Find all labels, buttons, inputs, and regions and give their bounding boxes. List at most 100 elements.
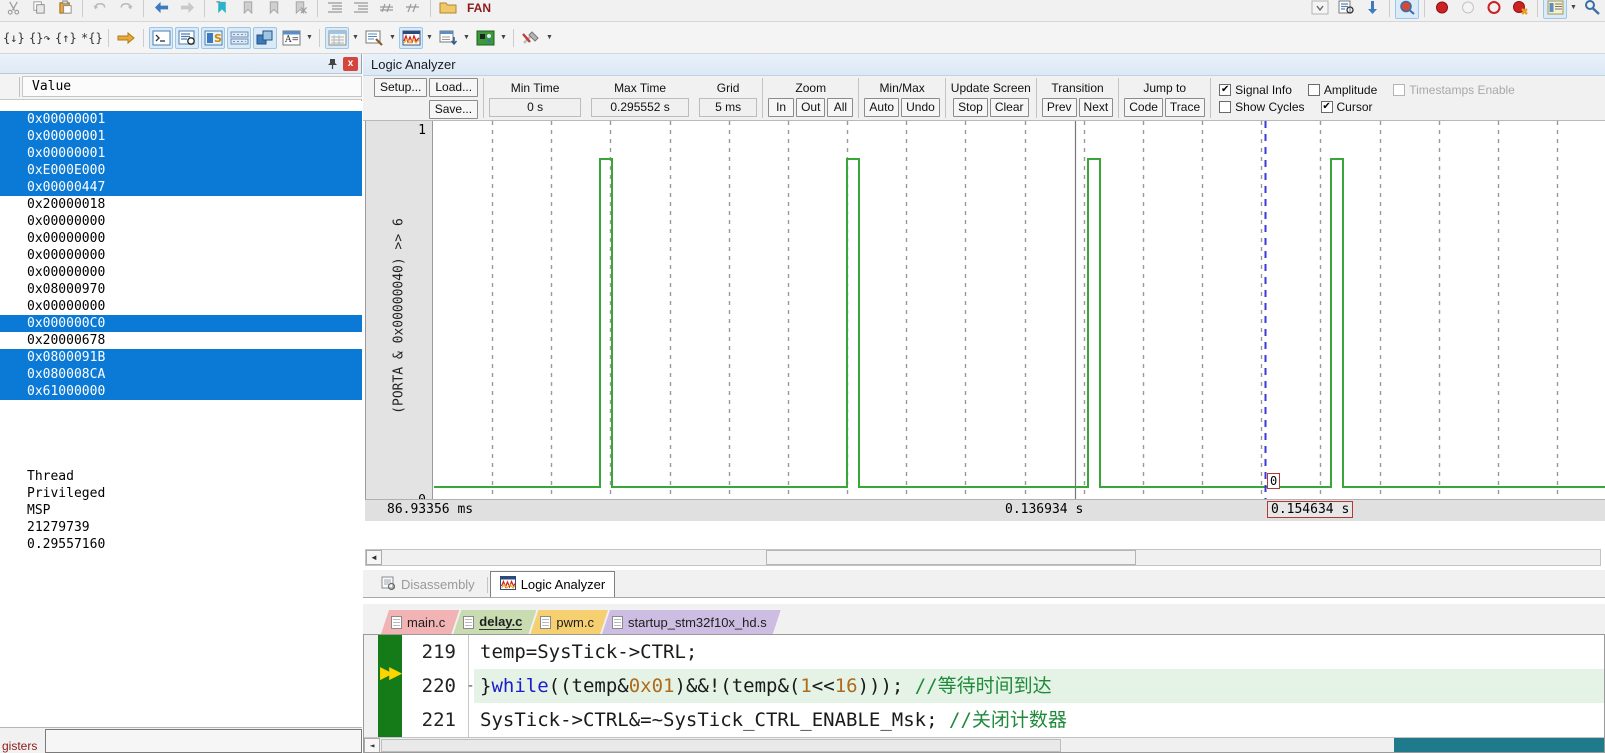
dropdown-chevron-icon[interactable]: ▼ <box>387 34 398 41</box>
zoom-in-button[interactable]: In <box>768 98 795 117</box>
register-row[interactable]: 0x00000447 <box>0 179 362 196</box>
transition-next-button[interactable]: Next <box>1078 98 1114 117</box>
bookmark-toggle-icon[interactable] <box>210 0 234 19</box>
indent-icon[interactable] <box>323 0 347 19</box>
register-row[interactable]: 0x080008CA <box>0 366 362 383</box>
zoom-all-button[interactable]: All <box>827 98 854 117</box>
code-line[interactable]: temp=SysTick->CTRL; <box>474 635 1604 669</box>
time-ruler[interactable]: 86.93356 ms 0.136934 s 0.154634 s <box>365 499 1605 521</box>
bookmark-clear-icon[interactable] <box>288 0 312 19</box>
code-line[interactable]: SysTick->CTRL&=~SysTick_CTRL_ENABLE_Msk;… <box>474 703 1604 737</box>
waveform-canvas[interactable]: 0 <box>434 121 1605 511</box>
editor-scroll-left-arrow-icon[interactable]: ◄ <box>364 737 380 752</box>
register-row[interactable]: 0x08000970 <box>0 281 362 298</box>
display-options-row1[interactable]: ✔ Signal Info Amplitude Timestamps Enabl… <box>1219 83 1527 97</box>
signal-axis-box[interactable]: 1 (PORTA & 0x00000040) >> 6 0 <box>365 121 433 511</box>
insert-icon[interactable] <box>1360 0 1384 19</box>
scroll-left-arrow-icon[interactable]: ◄ <box>366 550 382 565</box>
jump-trace-button[interactable]: Trace <box>1164 98 1206 117</box>
bookmark-next-icon[interactable] <box>236 0 260 19</box>
file-buttons-group[interactable]: Setup... Load... Save... <box>369 77 485 119</box>
register-row[interactable]: 0x20000018 <box>0 196 362 213</box>
register-row[interactable]: 0x20000678 <box>0 332 362 349</box>
jump-to-group[interactable]: Jump to Code Trace <box>1119 78 1212 118</box>
toolbox-icon[interactable] <box>519 27 543 49</box>
outdent-icon[interactable] <box>349 0 373 19</box>
debug-view-tab-bar[interactable]: Disassembly Logic Analyzer <box>363 570 1605 598</box>
memory-window-icon[interactable] <box>1543 0 1567 19</box>
close-icon[interactable]: x <box>343 56 358 71</box>
dropdown-chevron-icon[interactable]: ▼ <box>461 34 472 41</box>
register-row[interactable]: 0x61000000 <box>0 383 362 400</box>
update-clear-button[interactable]: Clear <box>989 98 1029 117</box>
register-row[interactable]: 0xE000E000 <box>0 162 362 179</box>
minmax-group[interactable]: Min/Max Auto Undo <box>859 78 946 118</box>
command-window-icon[interactable] <box>149 26 173 49</box>
column-header-value[interactable]: Value <box>22 76 362 97</box>
register-row[interactable]: 0x00000000 <box>0 264 362 281</box>
copy-icon[interactable] <box>27 0 51 19</box>
find-in-files-icon[interactable] <box>1334 0 1358 19</box>
dropdown-chevron-icon[interactable] <box>1308 0 1332 19</box>
load-button[interactable]: Load... <box>429 77 479 97</box>
code-line[interactable]: }while((temp&0x01)&&!(temp&(1<<16))); //… <box>474 669 1604 703</box>
comment-icon[interactable] <box>375 0 399 19</box>
dropdown-chevron-icon[interactable]: ▼ <box>1568 4 1579 11</box>
editor-horizontal-scrollbar[interactable]: ◄ <box>364 737 1604 752</box>
pin-icon[interactable] <box>325 57 339 71</box>
show-cycles-checkbox[interactable] <box>1219 100 1232 113</box>
cursor-time-label[interactable]: 0.154634 s <box>1267 501 1354 518</box>
memory-window-icon[interactable] <box>325 26 349 49</box>
scrollbar-thumb[interactable] <box>766 550 1136 565</box>
register-row[interactable]: 0x00000001 <box>0 111 362 128</box>
dropdown-chevron-icon[interactable]: ▼ <box>424 34 435 41</box>
source-code-editor[interactable]: ▶▶ 219220221222 temp=SysTick->CTRL; }whi… <box>363 634 1605 753</box>
run-to-cursor-icon[interactable]: *{} <box>79 27 103 49</box>
transition-group[interactable]: Transition Prev Next <box>1037 78 1120 118</box>
bookmark-gutter[interactable] <box>364 635 378 737</box>
register-row[interactable]: 0x000000C0 <box>0 315 362 332</box>
execution-gutter[interactable] <box>378 635 402 737</box>
register-row[interactable]: 0x00000001 <box>0 128 362 145</box>
breakpoint-kill-icon[interactable] <box>1508 0 1532 19</box>
main-toolbar-row1[interactable]: FAN ▼ <box>0 0 1605 22</box>
register-row[interactable]: 0x00000000 <box>0 230 362 247</box>
dropdown-chevron-icon[interactable]: ▼ <box>350 34 361 41</box>
grid-field[interactable]: 5 ms <box>699 98 758 117</box>
serial-window-icon[interactable] <box>362 27 386 49</box>
update-stop-button[interactable]: Stop <box>953 98 988 117</box>
paste-icon[interactable] <box>53 0 77 19</box>
call-stack-window-icon[interactable] <box>253 26 277 49</box>
uncomment-icon[interactable] <box>401 0 425 19</box>
jump-code-button[interactable]: Code <box>1124 98 1163 117</box>
redo-icon[interactable] <box>114 0 138 19</box>
breakpoint-icon[interactable] <box>1430 0 1454 19</box>
file-tab-pwm-c[interactable]: pwm.c <box>530 610 608 634</box>
tab-disassembly[interactable]: Disassembly <box>371 571 485 597</box>
register-row[interactable]: 0x00000000 <box>0 213 362 230</box>
open-folder-icon[interactable] <box>436 0 460 19</box>
display-options-group[interactable]: ✔ Signal Info Amplitude Timestamps Enabl… <box>1211 78 1527 118</box>
register-row[interactable]: 0x00000000 <box>0 298 362 315</box>
tab-logic-analyzer[interactable]: Logic Analyzer <box>489 571 616 597</box>
debug-toolbar-row2[interactable]: {↓} {}↷ {↑} *{} S A= ▼ ▼ ▼ ▼ ▼ ▼ ▼ <box>0 22 1605 54</box>
dropdown-chevron-icon[interactable]: ▼ <box>304 34 315 41</box>
editor-scrollbar-thumb[interactable] <box>381 738 1061 752</box>
logic-analyzer-icon[interactable] <box>399 26 423 49</box>
save-button[interactable]: Save... <box>428 99 479 119</box>
registers-panel[interactable]: x Value 0x00000001 0x00000001 0x00000001 0x… <box>0 54 362 753</box>
amplitude-checkbox[interactable] <box>1307 83 1320 96</box>
registers-window-icon[interactable] <box>227 26 251 49</box>
logic-analyzer-window[interactable]: Logic Analyzer Setup... Load... Save... … <box>363 54 1605 566</box>
zoom-group[interactable]: Zoom In Out All <box>763 78 860 118</box>
transition-prev-button[interactable]: Prev <box>1041 98 1077 117</box>
file-tab-startup-stm32f10x-hd-s[interactable]: startup_stm32f10x_hd.s <box>602 610 781 634</box>
goto-arrow-icon[interactable] <box>114 27 138 49</box>
cursor-checkbox[interactable]: ✔ <box>1320 100 1333 113</box>
wrench-icon[interactable] <box>1580 0 1604 19</box>
code-text-area[interactable]: temp=SysTick->CTRL; }while((temp&0x01)&&… <box>474 635 1604 752</box>
register-row[interactable]: 0x00000001 <box>0 145 362 162</box>
cut-icon[interactable] <box>1 0 25 19</box>
grid-group[interactable]: Grid 5 ms <box>694 78 764 118</box>
logic-analyzer-toolbar[interactable]: Setup... Load... Save... Min Time 0 s Ma… <box>363 76 1605 121</box>
